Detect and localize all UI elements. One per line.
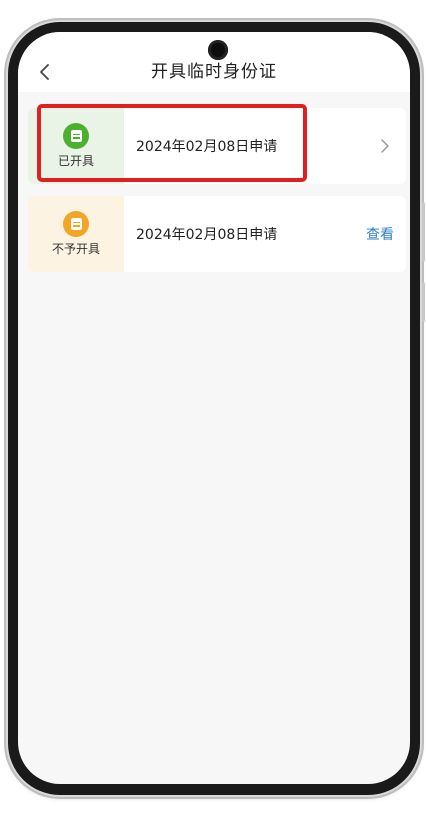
status-label: 不予开具	[51, 242, 100, 256]
application-date: 2024年02月08日申请	[136, 139, 278, 155]
document-glyph	[70, 218, 82, 230]
application-date: 2024年02月08日申请	[136, 227, 278, 243]
application-list: 已开具 2024年02月08日申请 不予开具 2024年02月08日申请 查看	[28, 108, 406, 284]
status-label: 已开具	[57, 154, 94, 168]
status-block: 已开具	[28, 108, 124, 184]
document-glyph	[70, 130, 82, 142]
view-link[interactable]: 查看	[366, 224, 394, 244]
screen: 开具临时身份证 已开具 2024年02月08日申请 不予开具 2024年02月0…	[18, 32, 410, 784]
chevron-right-icon[interactable]	[370, 138, 400, 154]
status-block: 不予开具	[28, 196, 124, 272]
power-button	[422, 202, 425, 262]
application-item-issued[interactable]: 已开具 2024年02月08日申请	[28, 108, 406, 184]
volume-button	[422, 282, 425, 322]
front-camera	[208, 40, 228, 60]
document-icon	[63, 211, 89, 237]
document-icon	[63, 123, 89, 149]
application-item-refused[interactable]: 不予开具 2024年02月08日申请 查看	[28, 196, 406, 272]
phone-frame: 开具临时身份证 已开具 2024年02月08日申请 不予开具 2024年02月0…	[8, 22, 425, 795]
